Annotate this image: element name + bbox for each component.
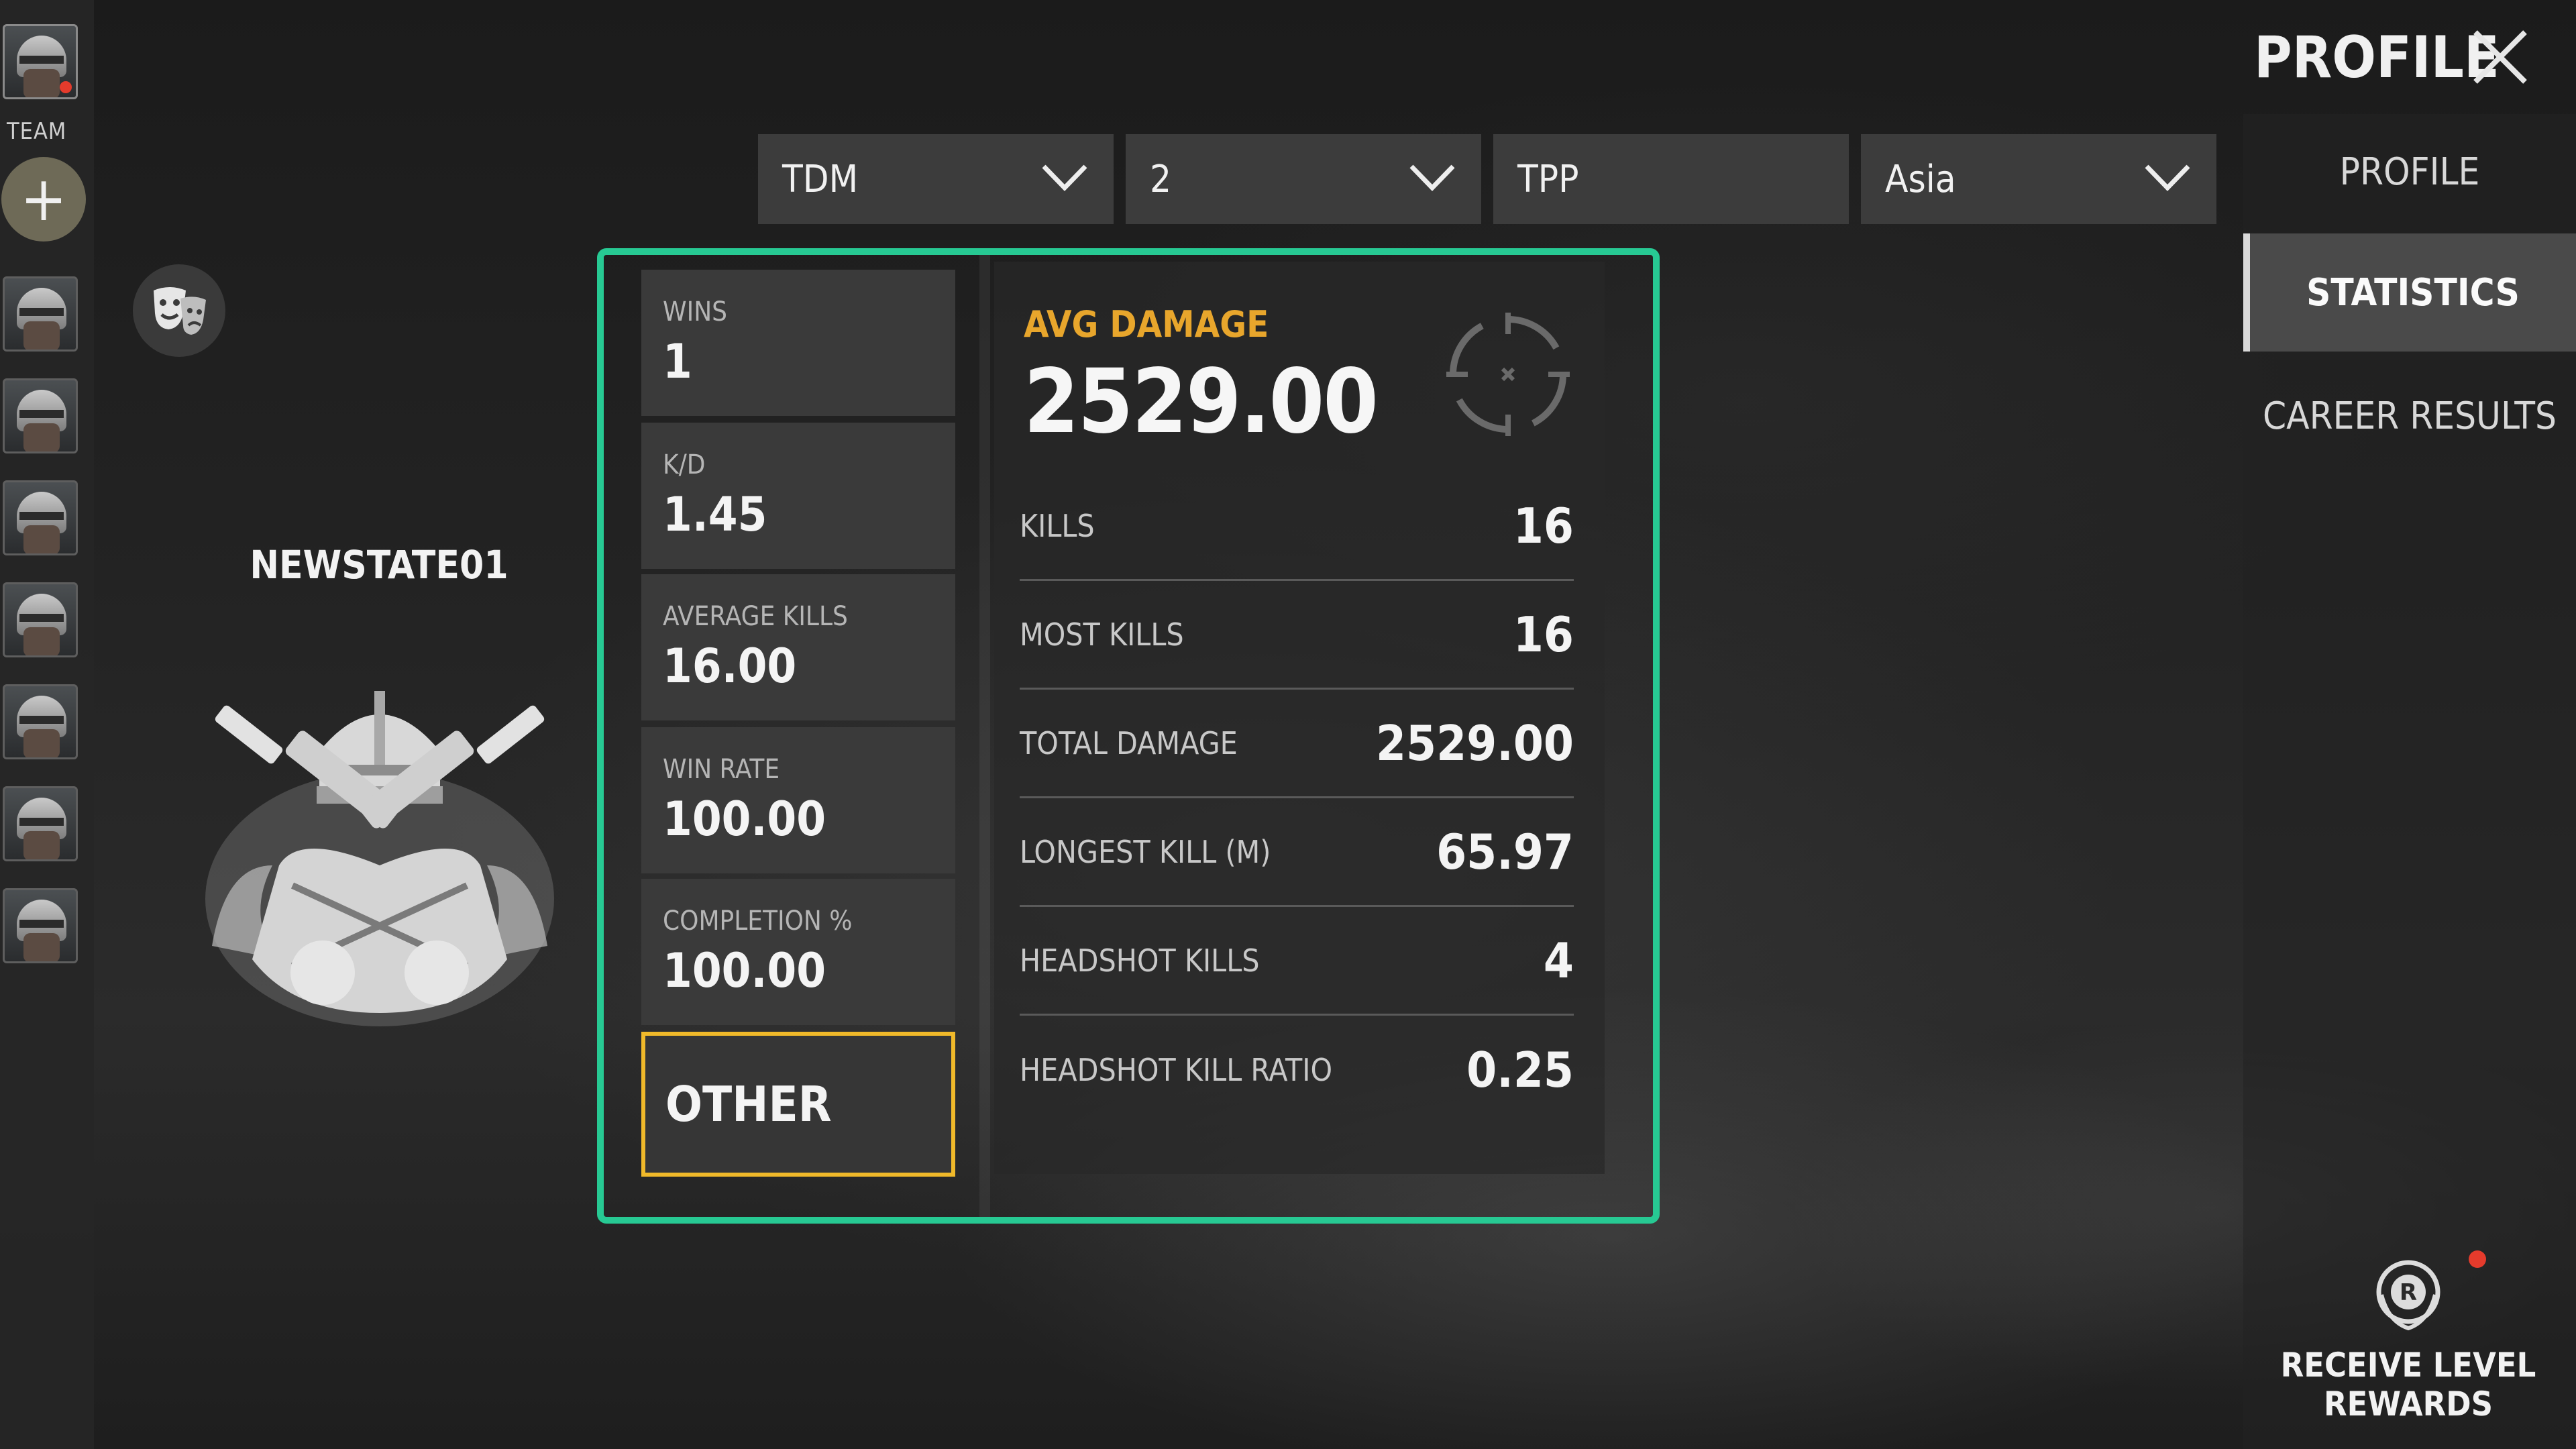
teammate-slot[interactable] [3, 684, 78, 759]
region-value: Asia [1885, 157, 1956, 201]
nav-statistics[interactable]: STATISTICS [2243, 233, 2576, 352]
teammate-slot[interactable] [3, 276, 78, 352]
chevron-down-icon [1042, 164, 1087, 192]
mode-dropdown[interactable]: TDM [758, 134, 1114, 224]
teammate-slot[interactable] [3, 888, 78, 963]
page-title: PROFILE [2254, 24, 2500, 91]
chevron-down-icon [1409, 164, 1455, 192]
emote-button[interactable] [133, 264, 225, 357]
team-label: TEAM [7, 118, 67, 145]
teammate-slot[interactable] [3, 786, 78, 861]
team-sidebar: TEAM + [0, 0, 94, 1449]
notification-dot [60, 81, 72, 93]
perspective-value: TPP [1517, 157, 1579, 201]
receive-level-rewards-label[interactable]: RECEIVE LEVEL REWARDS [2241, 1346, 2576, 1424]
region-dropdown[interactable]: Asia [1861, 134, 2216, 224]
mode-value: TDM [782, 157, 859, 201]
player-emblem-icon [205, 691, 554, 1026]
team-size-value: 2 [1150, 157, 1172, 201]
perspective-selector[interactable]: TPP [1493, 134, 1849, 224]
teammate-slot[interactable] [3, 378, 78, 453]
theater-masks-icon [154, 287, 206, 335]
highlighted-stats-region [597, 248, 1660, 1224]
my-avatar[interactable] [3, 24, 78, 99]
notification-dot [2469, 1250, 2486, 1268]
add-teammate-button[interactable]: + [1, 157, 86, 241]
chevron-down-icon [2145, 164, 2190, 192]
nav-career-results[interactable]: CAREER RESULTS [2243, 357, 2576, 475]
teammate-slot[interactable] [3, 582, 78, 657]
level-rewards-icon[interactable]: R [2368, 1254, 2449, 1335]
teammate-slot[interactable] [3, 480, 78, 555]
close-icon[interactable] [2470, 27, 2530, 87]
rewards-badge-letter: R [2400, 1279, 2417, 1306]
team-size-dropdown[interactable]: 2 [1126, 134, 1481, 224]
player-name: NEWSTATE01 [250, 542, 508, 588]
nav-profile[interactable]: PROFILE [2243, 113, 2576, 231]
